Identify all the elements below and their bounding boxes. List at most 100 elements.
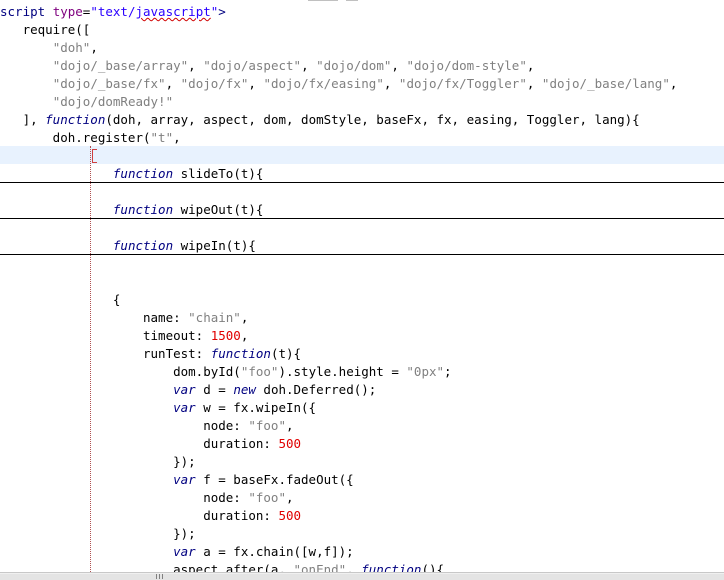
code-line[interactable]: require([ [0, 21, 724, 39]
code-line[interactable]: name: "chain", [0, 309, 724, 327]
code-token: w = fx.wipeIn({ [195, 400, 317, 415]
code-line[interactable]: "dojo/_base/fx", "dojo/fx", "dojo/fx/eas… [0, 75, 724, 93]
code-token: , [90, 40, 98, 55]
code-token: , [526, 58, 535, 73]
code-line[interactable]: timeout: 1500, [0, 327, 724, 345]
code-line[interactable]: var w = fx.wipeIn({ [0, 399, 724, 417]
code-line[interactable]: node: "foo", [0, 417, 724, 435]
fold-separator [0, 254, 724, 255]
code-token: name: [0, 310, 189, 325]
string-token: "foo" [248, 490, 286, 505]
code-line[interactable] [0, 273, 724, 291]
number-token: 1500 [210, 328, 241, 343]
code-token: , [286, 418, 294, 433]
string-token: "dojo/aspect" [203, 58, 302, 73]
code-line[interactable]: { [0, 291, 724, 309]
code-line[interactable]: function wipeOut(t){ [0, 201, 724, 219]
code-line[interactable]: doh.register("t", [0, 129, 724, 147]
keyword-token: function [112, 238, 174, 253]
code-line[interactable]: dom.byId("foo").style.height = "0px"; [0, 363, 724, 381]
code-line[interactable]: script type="text/javascript"> [0, 3, 724, 21]
code-token: (t){ [270, 346, 302, 361]
code-line[interactable]: aspect.after(a, "onEnd", function(){ [0, 561, 724, 572]
keyword-token: var [173, 472, 196, 487]
top-ruler-mark [346, 0, 358, 1]
string-token: "foo" [240, 364, 279, 379]
code-line[interactable] [0, 255, 724, 273]
string-token: "dojo/_base/lang" [541, 76, 670, 91]
code-token: ], [0, 112, 46, 127]
string-token: "dojo/dom-style" [406, 58, 527, 73]
code-line[interactable]: function slideTo(t){ [0, 165, 724, 183]
code-line[interactable]: function wipeIn(t){ [0, 237, 724, 255]
code-line[interactable]: duration: 500 [0, 435, 724, 453]
code-line[interactable]: "dojo/_base/array", "dojo/aspect", "dojo… [0, 57, 724, 75]
scrollbar-thumb[interactable] [0, 574, 724, 580]
code-token: wipeOut(t){ [173, 202, 264, 217]
code-line[interactable]: var f = baseFx.fadeOut({ [0, 471, 724, 489]
code-line[interactable]: node: "foo", [0, 489, 724, 507]
code-token: wipeIn(t){ [173, 238, 256, 253]
code-line[interactable] [0, 183, 724, 201]
code-token: , [286, 490, 294, 505]
keyword-token: var [173, 382, 196, 397]
code-editor[interactable]: script type="text/javascript"> require([… [0, 0, 724, 572]
code-token: doh.register( [0, 130, 151, 145]
keyword-token: function [112, 202, 174, 217]
code-token: , [188, 58, 204, 73]
keyword-token: function [45, 112, 106, 127]
string-token: "0px" [406, 364, 445, 379]
code-line[interactable]: runTest: function(t){ [0, 345, 724, 363]
code-line[interactable]: duration: 500 [0, 507, 724, 525]
string-token: javascript [135, 4, 211, 19]
string-token: "dojo/_base/array" [52, 58, 189, 73]
code-token: (){ [421, 562, 445, 572]
code-token: a = fx.chain([w,f]); [195, 544, 354, 559]
code-line[interactable]: }); [0, 453, 724, 471]
code-token: dom.byId( [0, 364, 241, 379]
code-token: d = [195, 382, 234, 397]
keyword-token: function [361, 562, 422, 572]
code-line[interactable]: "doh", [0, 39, 724, 57]
code-line[interactable]: var d = new doh.Deferred(); [0, 381, 724, 399]
code-line[interactable]: "dojo/domReady!" [0, 93, 724, 111]
code-token: , [301, 58, 317, 73]
horizontal-scrollbar[interactable] [0, 572, 724, 580]
string-token: "onEnd" [293, 562, 347, 572]
bracket-match-marker [92, 149, 97, 163]
code-token: , [165, 76, 181, 91]
code-token: runTest: [0, 346, 211, 361]
code-token: , [240, 328, 249, 343]
code-token: duration: [0, 436, 279, 451]
code-token: type [52, 4, 83, 19]
code-line[interactable] [0, 146, 724, 164]
code-token: script [0, 4, 53, 19]
code-token: duration: [0, 508, 279, 523]
number-token: 500 [278, 436, 302, 451]
code-line[interactable] [0, 219, 724, 237]
string-token: "dojo/_base/fx" [52, 76, 166, 91]
code-token: , [240, 310, 249, 325]
code-token: timeout: [0, 328, 211, 343]
code-line[interactable]: var a = fx.chain([w,f]); [0, 543, 724, 561]
number-token: 500 [278, 508, 302, 523]
keyword-token: function [112, 166, 174, 181]
fold-separator [0, 182, 724, 183]
code-line[interactable]: }); [0, 525, 724, 543]
keyword-token: function [210, 346, 271, 361]
code-token: aspect.after(a, [0, 562, 294, 572]
code-token: , [346, 562, 362, 572]
code-token: , [526, 76, 542, 91]
code-token: ; [444, 364, 452, 379]
string-token: "text/ [90, 4, 136, 19]
scrollbar-grip-icon [156, 574, 166, 579]
code-line[interactable]: ], function(doh, array, aspect, dom, dom… [0, 111, 724, 129]
string-token: "dojo/domReady!" [52, 94, 174, 109]
